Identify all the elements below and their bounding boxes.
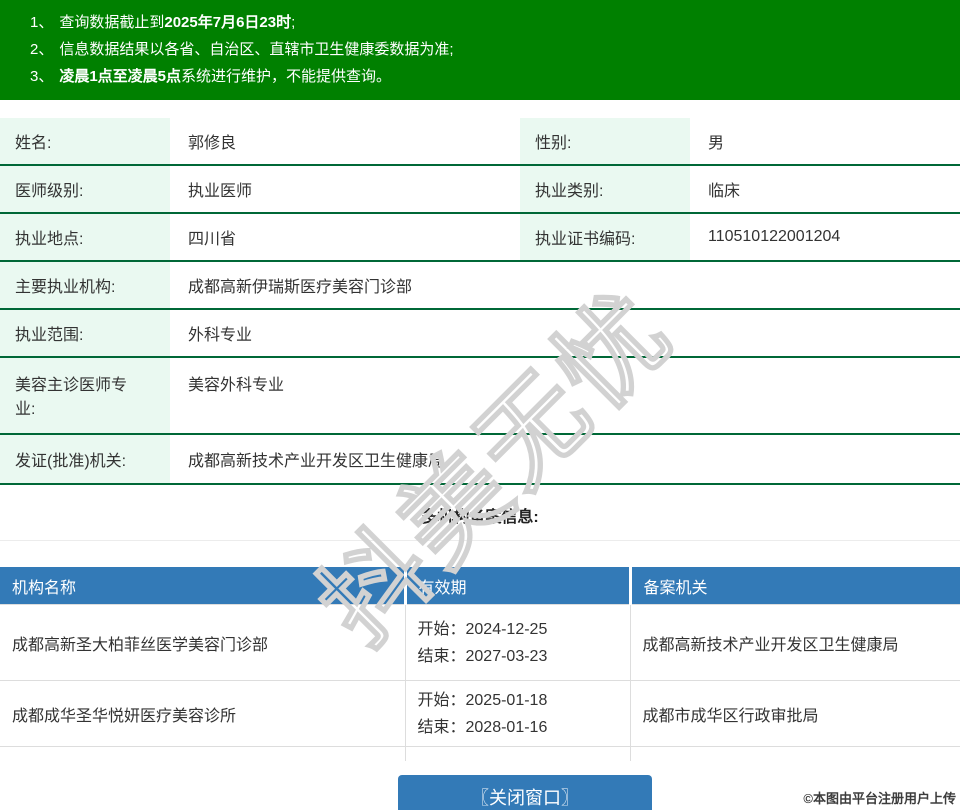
notice-text: ; [291,14,295,31]
table-row: 姓名: 郭修良 性别: 男 [0,118,960,165]
notice-text-bold: 2025年7月6日23时 [164,14,291,31]
field-label-practice-scope: 执业范围: [0,309,170,357]
end-date: 结束：2027-03-23 [418,643,629,670]
close-window-button[interactable]: 〖关闭窗口〗 [398,775,652,810]
filing-row: 成都高新圣大柏菲丝医学美容门诊部 开始：2024-12-25 结束：2027-0… [0,605,960,681]
field-value-practice-scope: 外科专业 [170,309,960,357]
field-value-cosmetic-specialty: 美容外科专业 [170,357,960,434]
notice-number: 2、 [30,41,53,58]
field-value-main-institution: 成都高新伊瑞斯医疗美容门诊部 [170,261,960,309]
notice-text: 查询数据截止到 [59,14,164,31]
field-value-name: 郭修良 [170,118,520,165]
query-result-page: 1、查询数据截止到2025年7月6日23时; 2、信息数据结果以各省、自治区、直… [0,0,960,810]
field-label-name: 姓名: [0,118,170,165]
field-value-gender: 男 [690,118,960,165]
field-value-certificate-number: 110510122001204 [690,213,960,261]
table-row: 主要执业机构: 成都高新伊瑞斯医疗美容门诊部 [0,261,960,309]
table-row: 发证(批准)机关: 成都高新技术产业开发区卫生健康局 [0,434,960,484]
field-label-certificate-number: 执业证书编码: [520,213,690,261]
section-divider [0,540,960,541]
field-label-cosmetic-specialty: 美容主诊医师专业: [0,357,170,434]
notice-banner: 1、查询数据截止到2025年7月6日23时; 2、信息数据结果以各省、自治区、直… [0,0,960,100]
notice-line-3: 3、凌晨1点至凌晨5点系统进行维护，不能提供查询。 [30,63,940,90]
filing-authority [630,747,960,762]
notice-line-2: 2、信息数据结果以各省、自治区、直辖市卫生健康委数据为准; [30,36,940,63]
notice-number: 3、 [30,68,53,85]
institution-name: 成都高新圣大柏菲丝医学美容门诊部 [0,605,405,681]
field-value-practice-location: 四川省 [170,213,520,261]
field-label-gender: 性别: [520,118,690,165]
start-date: 开始：2024-12-25 [418,616,629,643]
validity-period: 开始：2025-01-18 结束：2028-01-16 [405,681,630,747]
field-value-practice-category: 临床 [690,165,960,213]
filing-table-container: 机构名称 有效期 备案机关 成都高新圣大柏菲丝医学美容门诊部 开始：2024-1… [0,567,960,761]
filing-row-clipped: 开始：2025-04-18 [0,747,960,762]
start-date: 开始：2025-01-18 [418,687,629,714]
field-value-doctor-level: 执业医师 [170,165,520,213]
notice-text: 系统进行维护，不能提供查询。 [181,68,391,85]
field-label-doctor-level: 医师级别: [0,165,170,213]
column-header-validity: 有效期 [405,567,630,605]
practitioner-info-table: 姓名: 郭修良 性别: 男 医师级别: 执业医师 执业类别: 临床 执业地点: … [0,118,960,485]
table-row: 美容主诊医师专业: 美容外科专业 [0,357,960,434]
filing-row: 成都成华圣华悦妍医疗美容诊所 开始：2025-01-18 结束：2028-01-… [0,681,960,747]
notice-text: 信息数据结果以各省、自治区、直辖市卫生健康委数据为准; [59,41,453,58]
table-row: 执业地点: 四川省 执业证书编码: 110510122001204 [0,213,960,261]
column-header-institution: 机构名称 [0,567,405,605]
filing-table: 机构名称 有效期 备案机关 成都高新圣大柏菲丝医学美容门诊部 开始：2024-1… [0,567,960,761]
column-header-authority: 备案机关 [630,567,960,605]
field-label-practice-category: 执业类别: [520,165,690,213]
filing-authority: 成都市成华区行政审批局 [630,681,960,747]
upload-credit-text: ©本图由平台注册用户上传 [803,788,956,807]
filing-authority: 成都高新技术产业开发区卫生健康局 [630,605,960,681]
filing-header-row: 机构名称 有效期 备案机关 [0,567,960,605]
notice-line-1: 1、查询数据截止到2025年7月6日23时; [30,9,940,36]
institution-name: 成都成华圣华悦妍医疗美容诊所 [0,681,405,747]
validity-period: 开始：2025-04-18 [405,747,630,762]
end-date: 结束：2028-01-16 [418,714,629,741]
table-row: 医师级别: 执业医师 执业类别: 临床 [0,165,960,213]
multi-institution-section-title: 多机构备案信息: [0,503,960,523]
institution-name [0,747,405,762]
field-label-issuing-authority: 发证(批准)机关: [0,434,170,484]
field-label-practice-location: 执业地点: [0,213,170,261]
validity-period: 开始：2024-12-25 结束：2027-03-23 [405,605,630,681]
field-label-main-institution: 主要执业机构: [0,261,170,309]
notice-text-bold: 凌晨1点至凌晨5点 [59,68,181,85]
field-value-issuing-authority: 成都高新技术产业开发区卫生健康局 [170,434,960,484]
notice-number: 1、 [30,14,53,31]
table-row: 执业范围: 外科专业 [0,309,960,357]
